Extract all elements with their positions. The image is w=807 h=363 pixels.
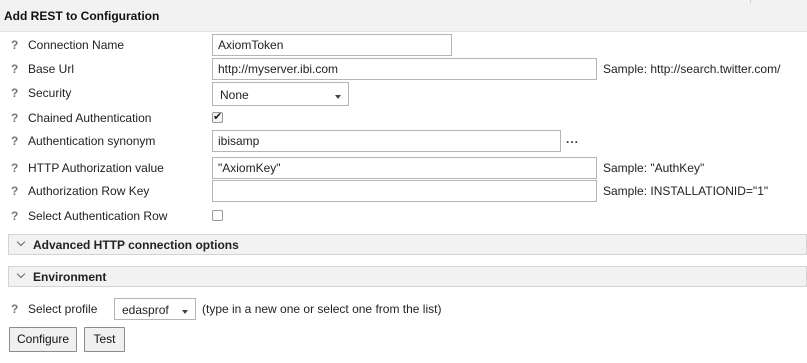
checkmark-icon: ✔ (213, 111, 223, 123)
help-icon[interactable]: ? (11, 134, 18, 148)
security-select-value: None (220, 88, 249, 102)
chevron-down-icon (182, 310, 188, 314)
base-url-row: ? Base Url http://myserver.ibi.com Sampl… (0, 58, 807, 80)
auth-synonym-input[interactable]: ibisamp (212, 130, 561, 152)
chevron-down-icon (16, 269, 26, 279)
auth-row-key-input[interactable] (212, 180, 597, 202)
help-icon[interactable]: ? (11, 302, 18, 316)
select-profile-label: Select profile (28, 302, 98, 316)
auth-synonym-row: ? Authentication synonym ibisamp ... (0, 130, 807, 152)
http-auth-sample: Sample: "AuthKey" (603, 161, 705, 175)
profile-combobox[interactable]: edasprof (114, 298, 196, 320)
http-auth-row: ? HTTP Authorization value "AxiomKey" Sa… (0, 157, 807, 179)
browse-synonym-button[interactable]: ... (566, 132, 579, 146)
help-icon[interactable]: ? (11, 62, 18, 76)
auth-synonym-label: Authentication synonym (28, 134, 156, 148)
select-auth-row-row: ? Select Authentication Row (0, 205, 807, 227)
help-icon[interactable]: ? (11, 209, 18, 223)
help-icon[interactable]: ? (11, 111, 18, 125)
help-icon[interactable]: ? (11, 86, 18, 100)
help-icon[interactable]: ? (11, 184, 18, 198)
chained-auth-row: ? Chained Authentication ✔ (0, 107, 807, 129)
auth-row-key-label: Authorization Row Key (28, 184, 150, 198)
environment-section-title: Environment (33, 270, 107, 284)
advanced-http-section-header[interactable]: Advanced HTTP connection options (8, 234, 807, 255)
base-url-input[interactable]: http://myserver.ibi.com (212, 58, 597, 80)
security-label: Security (28, 86, 72, 100)
title-bar-divider (750, 0, 807, 3)
chevron-down-icon (335, 95, 341, 99)
chevron-down-icon (16, 237, 26, 247)
base-url-label: Base Url (28, 62, 75, 76)
configure-button[interactable]: Configure (9, 327, 77, 352)
connection-name-input[interactable]: AxiomToken (212, 34, 452, 56)
select-profile-row: ? Select profile edasprof (type in a new… (0, 298, 807, 320)
environment-section-header[interactable]: Environment (8, 266, 807, 287)
http-auth-input[interactable]: "AxiomKey" (212, 157, 597, 179)
auth-row-key-sample: Sample: INSTALLATIONID="1" (603, 184, 769, 198)
connection-name-label: Connection Name (28, 38, 125, 52)
advanced-http-section-title: Advanced HTTP connection options (33, 238, 239, 252)
test-button[interactable]: Test (84, 327, 125, 352)
help-icon[interactable]: ? (11, 161, 18, 175)
connection-name-row: ? Connection Name AxiomToken (0, 34, 807, 56)
chained-auth-label: Chained Authentication (28, 111, 152, 125)
chained-auth-checkbox[interactable]: ✔ (212, 111, 223, 123)
security-select[interactable]: None (212, 82, 349, 106)
security-row: ? Security None (0, 82, 807, 106)
profile-combobox-value: edasprof (122, 303, 169, 317)
base-url-sample: Sample: http://search.twitter.com/ (603, 62, 781, 76)
title-bar: Add REST to Configuration (0, 0, 807, 32)
http-auth-label: HTTP Authorization value (28, 161, 164, 175)
select-auth-row-label: Select Authentication Row (28, 209, 168, 223)
help-icon[interactable]: ? (11, 38, 18, 52)
auth-row-key-row: ? Authorization Row Key Sample: INSTALLA… (0, 180, 807, 202)
profile-hint: (type in a new one or select one from th… (202, 302, 442, 316)
page-title: Add REST to Configuration (4, 9, 160, 23)
select-auth-row-checkbox[interactable] (212, 210, 223, 221)
